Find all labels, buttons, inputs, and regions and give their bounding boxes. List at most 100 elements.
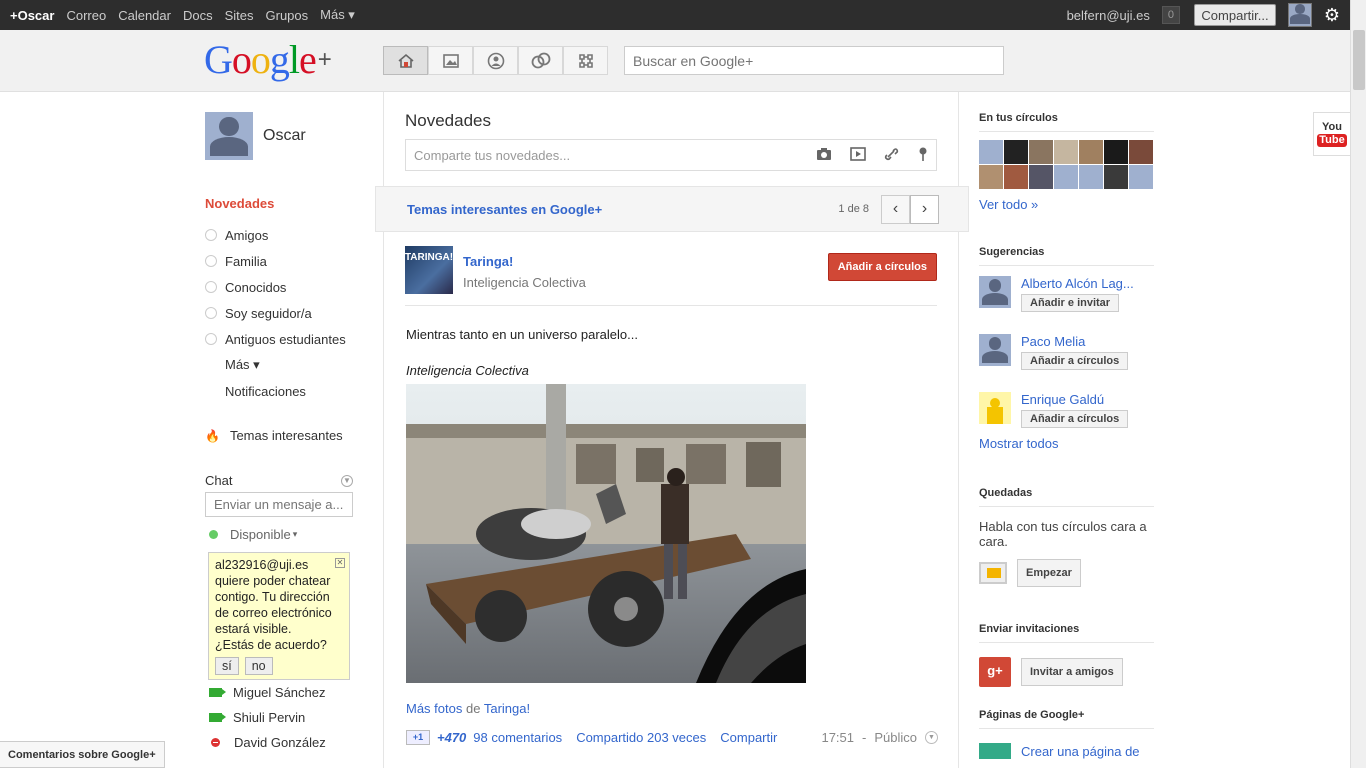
- chat-contact[interactable]: Shiuli Pervin: [205, 705, 365, 730]
- more-photos-source[interactable]: Taringa!: [484, 701, 530, 716]
- stream-conocidos[interactable]: Conocidos: [205, 274, 365, 300]
- suggestion-name[interactable]: Alberto Alcón Lag...: [1021, 276, 1134, 291]
- post-photo[interactable]: [406, 384, 806, 683]
- chat-search-input[interactable]: [205, 492, 353, 517]
- topnav-profile[interactable]: +Oscar: [0, 8, 60, 23]
- topnav-groups[interactable]: Grupos: [260, 8, 315, 23]
- show-all-suggestions-link[interactable]: Mostrar todos: [979, 436, 1058, 451]
- chat-invite-notice: ✕ al232916@uji.es quiere poder chatear c…: [208, 552, 350, 680]
- invite-friends-button[interactable]: Invitar a amigos: [1021, 658, 1123, 686]
- shares-link[interactable]: Compartido 203 veces: [576, 730, 706, 745]
- suggestion-name[interactable]: Paco Melia: [1021, 334, 1128, 349]
- stream-amigos[interactable]: Amigos: [205, 222, 365, 248]
- close-icon[interactable]: ✕: [335, 558, 345, 568]
- see-all-circles-link[interactable]: Ver todo »: [979, 197, 1038, 212]
- account-email[interactable]: belfern@uji.es: [1067, 8, 1150, 23]
- add-to-circles-button[interactable]: Añadir a círculos: [1021, 352, 1129, 370]
- notification-count[interactable]: 0: [1161, 6, 1180, 24]
- post-time[interactable]: 17:51: [821, 730, 854, 745]
- stream-more[interactable]: Más ▾: [205, 352, 365, 378]
- plus-one-count[interactable]: +470: [437, 730, 466, 745]
- avatar[interactable]: [1129, 165, 1153, 189]
- profile-name[interactable]: Oscar: [263, 127, 306, 145]
- plus-one-button[interactable]: +1: [406, 730, 430, 745]
- stream-antiguos-estudiantes[interactable]: Antiguos estudiantes: [205, 326, 365, 352]
- contact-name: Shiuli Pervin: [233, 710, 306, 725]
- stream-familia[interactable]: Familia: [205, 248, 365, 274]
- avatar[interactable]: [979, 334, 1011, 366]
- topnav-more[interactable]: Más ▾: [314, 7, 361, 23]
- chevron-left-icon[interactable]: ‹: [881, 194, 910, 224]
- avatar[interactable]: [1104, 165, 1128, 189]
- photos-icon[interactable]: [428, 46, 473, 75]
- feedback-button[interactable]: Comentarios sobre Google+: [0, 741, 165, 768]
- home-icon[interactable]: [383, 46, 428, 75]
- avatar[interactable]: [1029, 140, 1053, 164]
- chat-contact[interactable]: Miguel Sánchez: [205, 680, 365, 705]
- gear-icon[interactable]: ⚙: [1322, 5, 1342, 26]
- stream-seguidor[interactable]: Soy seguidor/a: [205, 300, 365, 326]
- avatar[interactable]: [979, 140, 1003, 164]
- video-icon[interactable]: [850, 146, 866, 164]
- share-post-link[interactable]: Compartir: [720, 730, 777, 745]
- scrollbar[interactable]: [1350, 0, 1366, 768]
- profile-block[interactable]: Oscar: [205, 112, 365, 160]
- chevron-down-icon[interactable]: ▼: [925, 731, 938, 744]
- avatar[interactable]: [1054, 140, 1078, 164]
- avatar[interactable]: [1079, 165, 1103, 189]
- add-and-invite-button[interactable]: Añadir e invitar: [1021, 294, 1120, 312]
- avatar[interactable]: [979, 276, 1011, 308]
- suggestion-name[interactable]: Enrique Galdú: [1021, 392, 1128, 407]
- temas-label: Temas interesantes: [229, 428, 343, 443]
- chat-contact[interactable]: David González: [205, 730, 365, 755]
- avatar[interactable]: [979, 392, 1011, 424]
- location-pin-icon[interactable]: [918, 147, 928, 164]
- topnav-sites[interactable]: Sites: [219, 8, 260, 23]
- add-to-circles-button[interactable]: Añadir a círculos: [827, 253, 937, 281]
- avatar[interactable]: [979, 165, 1003, 189]
- avatar[interactable]: [1004, 140, 1028, 164]
- stream-label: Conocidos: [225, 279, 287, 295]
- decline-invite-button[interactable]: no: [244, 657, 273, 675]
- temas-bar-title[interactable]: Temas interesantes en Google+: [407, 202, 602, 217]
- start-hangout-button[interactable]: Empezar: [1017, 559, 1081, 587]
- author-avatar[interactable]: TARINGA!: [405, 246, 453, 294]
- temas-interesantes-link[interactable]: 🔥 Temas interesantes: [205, 428, 365, 443]
- youtube-slider-tab[interactable]: You Tube: [1313, 112, 1350, 156]
- avatar[interactable]: [1029, 165, 1053, 189]
- camera-icon[interactable]: [816, 147, 832, 164]
- hangouts-description: Habla con tus círculos cara a cara.: [979, 519, 1147, 549]
- avatar[interactable]: [1104, 140, 1128, 164]
- avatar[interactable]: [1054, 165, 1078, 189]
- comments-link[interactable]: 98 comentarios: [473, 730, 562, 745]
- games-icon[interactable]: [563, 46, 608, 75]
- more-photos-link[interactable]: Más fotos: [406, 701, 462, 716]
- chevron-right-icon[interactable]: ›: [910, 194, 939, 224]
- topnav-mail[interactable]: Correo: [60, 8, 112, 23]
- avatar[interactable]: [205, 112, 253, 160]
- post-author-subtitle: Inteligencia Colectiva: [463, 275, 586, 290]
- share-button[interactable]: Compartir...: [1194, 4, 1276, 26]
- post-visibility[interactable]: Público: [874, 730, 917, 745]
- accept-invite-button[interactable]: sí: [215, 657, 239, 675]
- topnav-calendar[interactable]: Calendar: [112, 8, 177, 23]
- add-to-circles-button[interactable]: Añadir a círculos: [1021, 410, 1129, 428]
- chevron-down-icon[interactable]: ▼: [341, 474, 353, 487]
- search-input[interactable]: [624, 46, 1004, 75]
- google-plus-logo[interactable]: Google+: [204, 40, 332, 80]
- circles-icon[interactable]: [518, 46, 563, 75]
- link-icon[interactable]: [884, 147, 900, 164]
- avatar[interactable]: [1004, 165, 1028, 189]
- create-page-link[interactable]: Crear una página de: [1021, 744, 1140, 759]
- account-avatar[interactable]: [1288, 3, 1312, 27]
- avatar[interactable]: [1129, 140, 1153, 164]
- scrollbar-thumb[interactable]: [1353, 30, 1365, 90]
- post-author-name[interactable]: Taringa!: [463, 254, 586, 269]
- share-box[interactable]: Comparte tus novedades...: [405, 139, 937, 171]
- topnav-docs[interactable]: Docs: [177, 8, 219, 23]
- avatar[interactable]: [1079, 140, 1103, 164]
- profile-icon[interactable]: [473, 46, 518, 75]
- chat-status[interactable]: Disponible ▾: [205, 527, 365, 542]
- stream-novedades[interactable]: Novedades: [205, 196, 365, 222]
- stream-notifications[interactable]: Notificaciones: [205, 378, 365, 404]
